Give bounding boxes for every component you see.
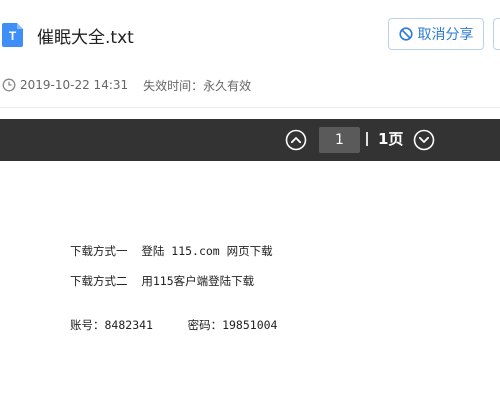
page-number-input[interactable]	[319, 127, 360, 153]
text-file-icon: T	[2, 23, 23, 47]
expire-label: 失效时间：	[143, 78, 204, 93]
share-date: 2019-10-22 14:31	[20, 78, 129, 92]
file-icon-letter: T	[9, 29, 17, 43]
account-credentials: 账号：8482341 密码：19851004	[70, 318, 278, 332]
download-method-one: 下载方式一 登陆 115.com 网页下载	[70, 244, 273, 258]
cancel-share-button[interactable]: 取消分享	[388, 18, 484, 50]
file-meta: 2019-10-22 14:31 失效时间： 永久有效	[0, 76, 251, 94]
expire-value: 永久有效	[203, 78, 252, 93]
cancel-share-label: 取消分享	[417, 27, 474, 43]
previous-page-button[interactable]	[285, 129, 307, 151]
page-separator	[366, 132, 368, 146]
more-actions-button[interactable]	[493, 18, 500, 50]
page-total: 1页	[378, 130, 404, 148]
file-name: 催眠大全.txt	[37, 28, 134, 48]
viewer-toolbar: 1页	[0, 119, 500, 161]
ban-icon	[398, 27, 413, 41]
file-header: T 催眠大全.txt 取消分享	[0, 0, 500, 68]
next-page-button[interactable]	[413, 129, 435, 151]
download-method-two: 下载方式二 用115客户端登陆下载	[70, 274, 255, 288]
divider	[0, 107, 500, 108]
clock-icon	[2, 78, 16, 92]
